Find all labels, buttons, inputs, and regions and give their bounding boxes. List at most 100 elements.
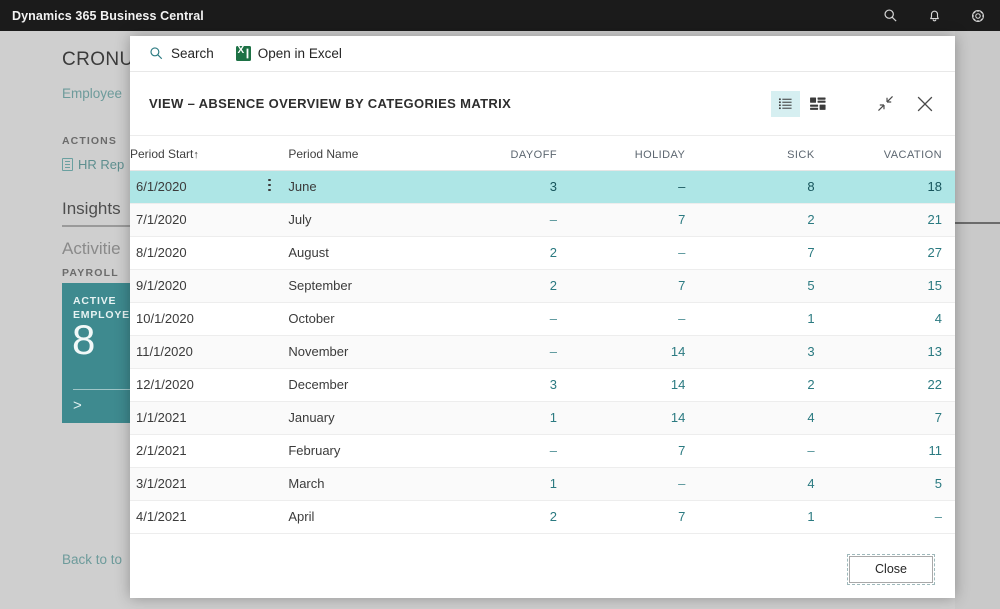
cell-period-start[interactable]: 3/1/2021	[130, 467, 251, 501]
row-actions-cell[interactable]	[250, 401, 289, 435]
row-actions-cell[interactable]	[250, 269, 289, 303]
cell-sick[interactable]: 3	[700, 335, 828, 369]
cell-period-start[interactable]: 10/1/2020	[130, 302, 251, 336]
cell-period-start[interactable]: 4/1/2021	[130, 500, 251, 534]
cell-vacation[interactable]: –	[827, 500, 955, 534]
insights-tab[interactable]: Insights	[62, 199, 121, 219]
table-row[interactable]: 10/1/2020 October – – 1 4	[130, 302, 955, 336]
table-row[interactable]: 3/1/2021 March 1 – 4 5	[130, 467, 955, 501]
close-button[interactable]: Close	[846, 553, 936, 585]
back-to-top-link[interactable]: Back to to	[62, 552, 122, 567]
cell-dayoff[interactable]: 2	[445, 269, 574, 303]
cell-holiday[interactable]: –	[573, 170, 701, 204]
column-header-dayoff[interactable]: DAYOFF	[445, 136, 574, 171]
cell-period-name[interactable]: December	[288, 368, 446, 402]
cell-dayoff[interactable]: –	[445, 335, 574, 369]
row-menu-kebab-icon[interactable]	[268, 176, 271, 194]
cell-period-start[interactable]: 1/1/2021	[130, 401, 251, 435]
activities-tab[interactable]: Activitie	[62, 239, 121, 259]
row-actions-cell[interactable]	[250, 170, 289, 204]
cell-dayoff[interactable]: 1	[445, 401, 574, 435]
cell-vacation[interactable]: 27	[827, 236, 955, 270]
cell-holiday[interactable]: 7	[573, 203, 701, 237]
cell-holiday[interactable]: 14	[573, 368, 701, 402]
cell-period-name[interactable]: April	[288, 500, 446, 534]
cell-dayoff[interactable]: 3	[445, 368, 574, 402]
cell-dayoff[interactable]: 2	[445, 500, 574, 534]
cell-sick[interactable]: 2	[700, 368, 828, 402]
cell-period-start[interactable]: 7/1/2020	[130, 203, 251, 237]
table-row[interactable]: 8/1/2020 August 2 – 7 27	[130, 236, 955, 270]
cell-sick[interactable]: 8	[700, 170, 828, 204]
cell-dayoff[interactable]: –	[445, 434, 574, 468]
cell-vacation[interactable]: 7	[827, 401, 955, 435]
cell-period-start[interactable]: 6/1/2020	[130, 170, 251, 204]
cell-period-name[interactable]: October	[288, 302, 446, 336]
cell-sick[interactable]: 2	[700, 203, 828, 237]
cell-period-name[interactable]: March	[288, 467, 446, 501]
row-actions-cell[interactable]	[250, 302, 289, 336]
row-actions-cell[interactable]	[250, 236, 289, 270]
cell-vacation[interactable]: 21	[827, 203, 955, 237]
column-header-period-start[interactable]: Period Start↑	[130, 136, 251, 171]
cell-vacation[interactable]: 5	[827, 467, 955, 501]
cell-sick[interactable]: 1	[700, 500, 828, 534]
cell-dayoff[interactable]: 3	[445, 170, 574, 204]
cell-vacation[interactable]: 18	[827, 170, 955, 204]
cell-sick[interactable]: 7	[700, 236, 828, 270]
cell-period-start[interactable]: 12/1/2020	[130, 368, 251, 402]
tile-chevron-right-icon[interactable]: >	[73, 397, 82, 414]
row-actions-cell[interactable]	[250, 335, 289, 369]
cell-dayoff[interactable]: 2	[445, 236, 574, 270]
cell-holiday[interactable]: –	[573, 467, 701, 501]
cell-period-start[interactable]: 2/1/2021	[130, 434, 251, 468]
table-row[interactable]: 2/1/2021 February – 7 – 11	[130, 434, 955, 468]
cell-holiday[interactable]: 7	[573, 434, 701, 468]
cell-period-name[interactable]: February	[288, 434, 446, 468]
cell-dayoff[interactable]: –	[445, 302, 574, 336]
row-actions-cell[interactable]	[250, 467, 289, 501]
employees-link[interactable]: Employee	[62, 86, 122, 101]
cell-holiday[interactable]: –	[573, 302, 701, 336]
cell-holiday[interactable]: 7	[573, 500, 701, 534]
cell-period-name[interactable]: November	[288, 335, 446, 369]
table-row[interactable]: 6/1/2020 June 3 – 8 18	[130, 170, 955, 204]
table-row[interactable]: 9/1/2020 September 2 7 5 15	[130, 269, 955, 303]
row-actions-cell[interactable]	[250, 500, 289, 534]
cell-holiday[interactable]: 14	[573, 401, 701, 435]
cell-sick[interactable]: 4	[700, 401, 828, 435]
cell-vacation[interactable]: 11	[827, 434, 955, 468]
cell-dayoff[interactable]: –	[445, 203, 574, 237]
cell-holiday[interactable]: 14	[573, 335, 701, 369]
cell-sick[interactable]: 4	[700, 467, 828, 501]
table-row[interactable]: 7/1/2020 July – 7 2 21	[130, 203, 955, 237]
table-row[interactable]: 4/1/2021 April 2 7 1 –	[130, 500, 955, 534]
row-actions-cell[interactable]	[250, 434, 289, 468]
table-row[interactable]: 1/1/2021 January 1 14 4 7	[130, 401, 955, 435]
cell-period-name[interactable]: September	[288, 269, 446, 303]
cell-vacation[interactable]: 4	[827, 302, 955, 336]
cell-period-name[interactable]: June	[288, 170, 446, 204]
restore-down-icon[interactable]	[865, 84, 905, 124]
search-button[interactable]: Search	[149, 46, 214, 61]
close-icon[interactable]	[905, 84, 945, 124]
column-header-sick[interactable]: SICK	[700, 136, 828, 171]
settings-gear-icon[interactable]	[956, 0, 1000, 31]
cell-sick[interactable]: –	[700, 434, 828, 468]
open-in-excel-button[interactable]: Open in Excel	[235, 45, 342, 61]
list-view-icon[interactable]	[771, 90, 800, 117]
hr-reports-link[interactable]: HR Rep	[62, 157, 124, 172]
cell-vacation[interactable]: 15	[827, 269, 955, 303]
matrix-table-container[interactable]: Period Start↑ Period Name DAYOFF HOLIDAY…	[130, 136, 955, 540]
cell-period-start[interactable]: 11/1/2020	[130, 335, 251, 369]
cell-vacation[interactable]: 22	[827, 368, 955, 402]
row-actions-cell[interactable]	[250, 203, 289, 237]
row-actions-cell[interactable]	[250, 368, 289, 402]
cell-holiday[interactable]: –	[573, 236, 701, 270]
cell-holiday[interactable]: 7	[573, 269, 701, 303]
cell-sick[interactable]: 1	[700, 302, 828, 336]
cell-dayoff[interactable]: 1	[445, 467, 574, 501]
cell-period-start[interactable]: 9/1/2020	[130, 269, 251, 303]
cell-vacation[interactable]: 13	[827, 335, 955, 369]
notifications-bell-icon[interactable]	[912, 0, 956, 31]
